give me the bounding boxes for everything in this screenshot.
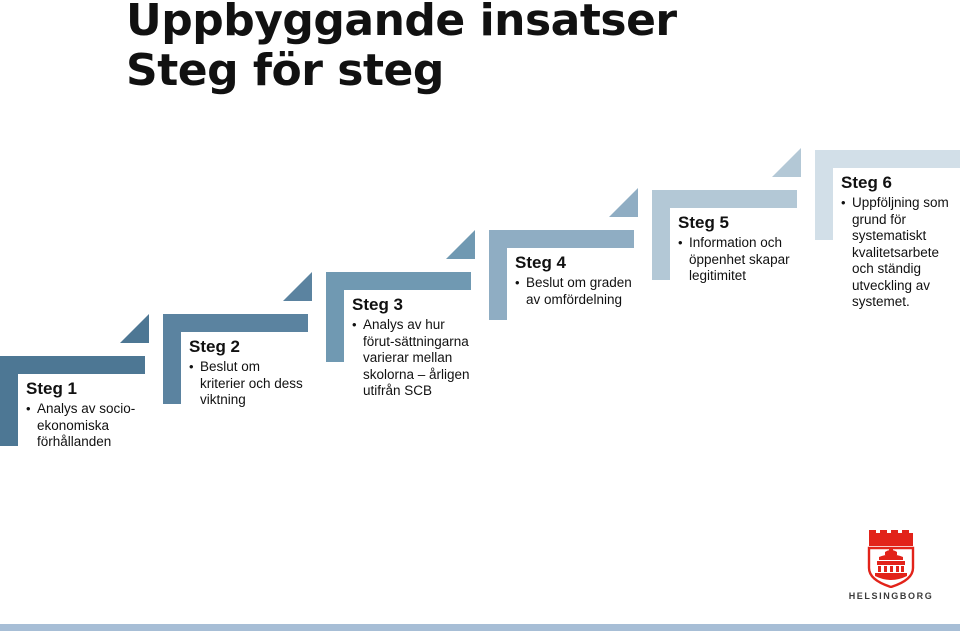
step-title-1: Steg 1 [26, 379, 78, 398]
step-title-6: Steg 6 [841, 173, 893, 192]
step-bracket-top-6 [815, 150, 960, 168]
step-bullet-list-2: Beslut om kriterier och dess viktning [189, 358, 307, 409]
step-bullet-list-1: Analys av socio-ekonomiska förhållanden [26, 400, 144, 451]
step-bullet-list-5: Information och öppenhet skapar legitimi… [678, 234, 796, 285]
step-title-4: Steg 4 [515, 253, 567, 272]
helsingborg-logo: HELSINGBORG [832, 530, 950, 601]
step-content-5: Steg 5 Information och öppenhet skapar le… [678, 212, 796, 285]
step-title-2: Steg 2 [189, 337, 241, 356]
step-arrow-icon-2 [283, 272, 312, 301]
step-title-3: Steg 3 [352, 295, 404, 314]
step-bullet-list-4: Beslut om graden av omfördelning [515, 274, 633, 308]
step-content-6: Steg 6 Uppföljning som grund för systemat… [841, 172, 959, 311]
step-content-3: Steg 3 Analys av hur förut-sättningarna v… [352, 294, 470, 400]
page-title-line-2: Steg för steg [126, 45, 444, 96]
step-bullet: Analys av hur förut-sättningarna variera… [352, 316, 470, 400]
helsingborg-wordmark: HELSINGBORG [848, 591, 934, 601]
step-bracket-left-2 [163, 314, 181, 404]
step-bullet: Beslut om kriterier och dess viktning [189, 358, 307, 409]
step-bullet: Uppföljning som grund för systematiskt k… [841, 194, 959, 311]
step-arrow-icon-1 [120, 314, 149, 343]
step-title-5: Steg 5 [678, 213, 730, 232]
step-bullet-list-3: Analys av hur förut-sättningarna variera… [352, 316, 470, 400]
step-5[interactable]: Steg 5 Information och öppenhet skapar le… [652, 190, 797, 283]
step-content-4: Steg 4 Beslut om graden av omfördelning [515, 252, 633, 308]
step-bracket-top-3 [326, 272, 471, 290]
step-4[interactable]: Steg 4 Beslut om graden av omfördelning [489, 230, 634, 320]
step-bracket-left-5 [652, 190, 670, 280]
step-bracket-top-2 [163, 314, 308, 332]
step-content-1: Steg 1 Analys av socio-ekonomiska förhåll… [26, 378, 144, 451]
step-6[interactable]: Steg 6 Uppföljning som grund för systemat… [815, 150, 960, 309]
step-bullet: Analys av socio-ekonomiska förhållanden [26, 400, 144, 451]
step-bracket-left-3 [326, 272, 344, 362]
page-title-line-1: Uppbyggande insatser [126, 0, 677, 46]
step-bullet: Beslut om graden av omfördelning [515, 274, 633, 308]
step-content-2: Steg 2 Beslut om kriterier och dess viktn… [189, 336, 307, 409]
page-title: Uppbyggande insatser Steg för steg [126, 0, 746, 96]
step-1[interactable]: Steg 1 Analys av socio-ekonomiska förhåll… [0, 356, 145, 449]
step-arrow-icon-4 [609, 188, 638, 217]
step-bracket-left-4 [489, 230, 507, 320]
slide-canvas: Uppbyggande insatser Steg för steg Steg … [0, 0, 960, 638]
step-bracket-top-5 [652, 190, 797, 208]
step-arrow-icon-5 [772, 148, 801, 177]
step-bullet-list-6: Uppföljning som grund för systematiskt k… [841, 194, 959, 311]
step-3[interactable]: Steg 3 Analys av hur förut-sättningarna v… [326, 272, 471, 398]
step-bracket-top-4 [489, 230, 634, 248]
step-bullet: Information och öppenhet skapar legitimi… [678, 234, 796, 285]
step-2[interactable]: Steg 2 Beslut om kriterier och dess viktn… [163, 314, 308, 407]
helsingborg-shield-icon [867, 530, 915, 588]
step-bracket-left-1 [0, 356, 18, 446]
step-bracket-top-1 [0, 356, 145, 374]
step-bracket-left-6 [815, 150, 833, 240]
footer-bar [0, 624, 960, 631]
step-arrow-icon-3 [446, 230, 475, 259]
